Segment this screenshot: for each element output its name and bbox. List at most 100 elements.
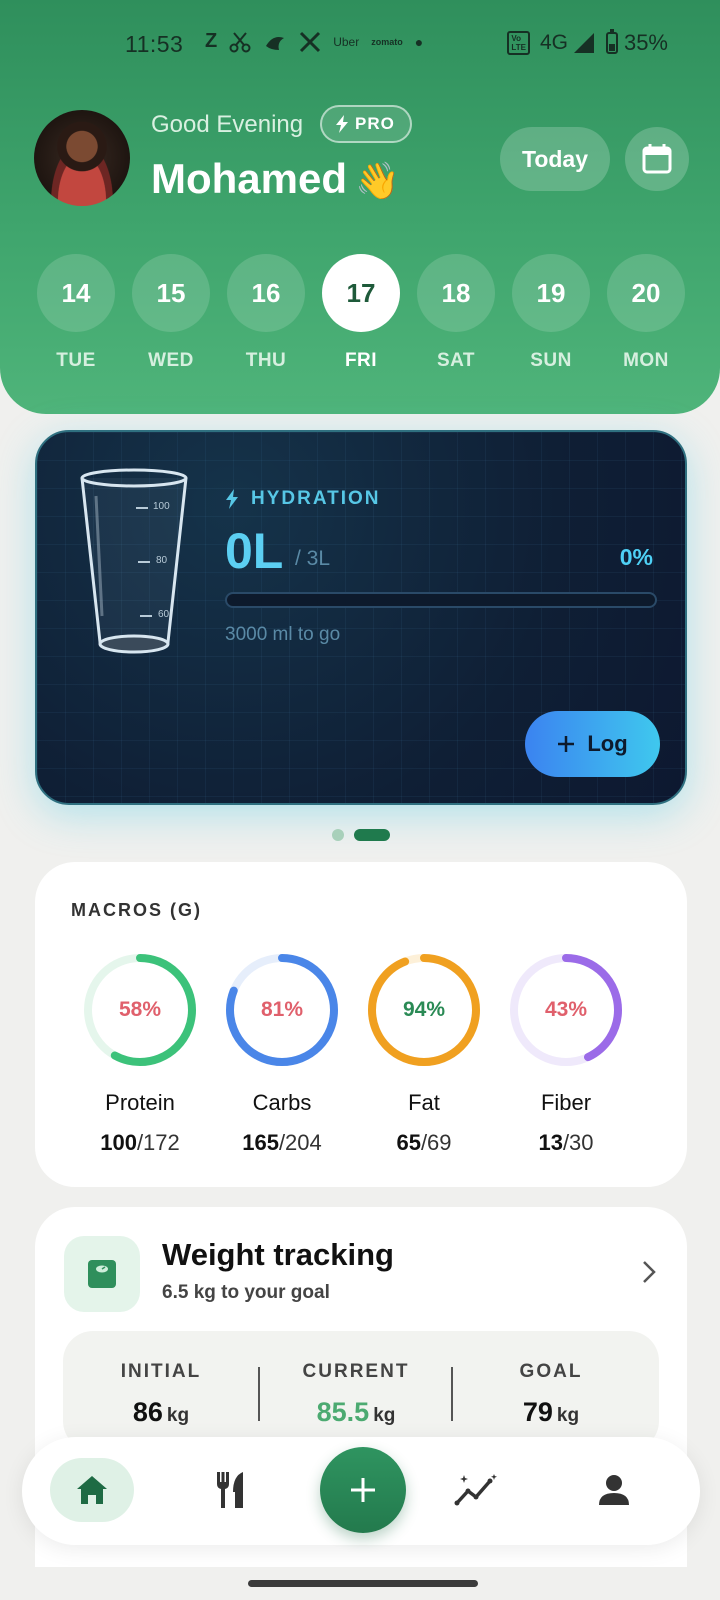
macro-value: 100/172	[70, 1130, 210, 1156]
network-label: 4G	[539, 31, 568, 54]
add-icon	[351, 1478, 375, 1502]
day-name: SAT	[436, 350, 476, 371]
day-tue[interactable]: 14 TUE	[37, 254, 115, 372]
macro-protein[interactable]: 58% Protein 100/172	[70, 952, 210, 1156]
nav-meals[interactable]	[188, 1458, 272, 1522]
macro-name: Carbs	[252, 1090, 312, 1115]
macro-current: 165	[242, 1130, 279, 1155]
log-water-button[interactable]: Log	[525, 711, 660, 777]
macro-percent: 43%	[544, 998, 588, 1021]
day-thu[interactable]: 16 THU	[227, 254, 305, 372]
weight-goal-label: GOAL	[519, 1361, 583, 1382]
macro-ring: 94%	[366, 952, 482, 1068]
macro-fat[interactable]: 94% Fat 65/69	[354, 952, 494, 1156]
macro-target: /30	[562, 1130, 594, 1155]
hydration-percent: 0%	[619, 544, 653, 570]
day-name: THU	[245, 350, 287, 371]
avatar[interactable]	[34, 110, 130, 206]
add-button[interactable]	[320, 1447, 406, 1533]
macro-current: 65	[396, 1130, 421, 1155]
pro-badge[interactable]: PRO	[320, 105, 412, 143]
day-fri[interactable]: 17 FRI	[322, 254, 400, 372]
day-wed[interactable]: 15 WED	[132, 254, 210, 372]
weight-stats: INITIAL 86 kg CURRENT 85.5 kg GOAL 79 kg	[63, 1331, 659, 1451]
day-name: TUE	[56, 350, 96, 371]
utensils-icon	[217, 1472, 243, 1508]
carousel-dot-active[interactable]	[354, 829, 390, 841]
bolt-icon	[336, 115, 348, 133]
day-sat[interactable]: 18 SAT	[417, 254, 495, 372]
weight-title: Weight tracking	[162, 1237, 394, 1272]
macro-carbs[interactable]: 81% Carbs 165/204	[212, 952, 352, 1156]
macro-name: Fat	[408, 1090, 440, 1115]
wave-emoji: 👋	[355, 160, 400, 201]
status-time: 11:53	[125, 31, 184, 57]
log-water-label: Log	[587, 731, 628, 756]
user-name-text: Mohamed	[151, 155, 348, 202]
glass-mark-100: 100	[153, 501, 170, 512]
home-indicator[interactable]	[248, 1580, 478, 1587]
macro-current: 13	[538, 1130, 563, 1155]
bottom-nav	[22, 1437, 700, 1545]
calendar-icon	[642, 144, 672, 174]
hydration-value: 0L	[225, 523, 284, 579]
day-name: FRI	[344, 350, 378, 371]
glass-icon	[80, 468, 188, 654]
macro-value: 65/69	[354, 1130, 494, 1156]
glass-mark-80: 80	[156, 555, 168, 566]
swiggy-icon	[266, 36, 285, 50]
system-icons: Vo LTE 4G 35%	[507, 29, 668, 56]
header: 11:53 Z Uber zomato ● Vo LTE 4G 35% Good …	[0, 0, 720, 414]
hydration-goal: / 3L	[295, 547, 331, 570]
weight-goal-unit: kg	[556, 1405, 580, 1426]
day-number: 20	[607, 254, 685, 332]
date-strip: 14 TUE 15 WED 16 THU 17 FRI 18 SAT 19 SUN 20 MO…	[37, 254, 689, 374]
plus-icon	[558, 736, 575, 752]
nav-home[interactable]	[50, 1458, 134, 1522]
zepto-icon: Z	[205, 30, 218, 52]
weight-initial: INITIAL 86 kg	[66, 1361, 256, 1428]
pro-badge-label: PRO	[355, 114, 395, 133]
macro-percent: 94%	[402, 998, 446, 1021]
hydration-progress-bar	[225, 592, 657, 608]
nav-insights[interactable]	[434, 1458, 518, 1522]
macro-percent: 58%	[118, 998, 162, 1021]
weight-goal: GOAL 79 kg	[456, 1361, 646, 1428]
bolt-icon	[226, 489, 238, 509]
weight-subtitle: 6.5 kg to your goal	[162, 1282, 330, 1303]
macro-ring: 43%	[508, 952, 624, 1068]
weight-current-unit: kg	[373, 1405, 396, 1426]
scale-icon	[64, 1236, 140, 1312]
user-name: Mohamed 👋	[151, 155, 400, 203]
macro-ring: 81%	[224, 952, 340, 1068]
divider	[451, 1367, 453, 1421]
macro-current: 100	[100, 1130, 137, 1155]
macro-value: 165/204	[212, 1130, 352, 1156]
weight-initial-unit: kg	[166, 1405, 190, 1426]
day-number: 18	[417, 254, 495, 332]
macro-fiber[interactable]: 43% Fiber 13/30	[496, 952, 636, 1156]
nav-profile[interactable]	[572, 1458, 656, 1522]
weight-goal-value: 79	[522, 1397, 553, 1427]
day-number: 19	[512, 254, 590, 332]
today-button[interactable]: Today	[500, 127, 610, 191]
hydration-remaining: 3000 ml to go	[225, 624, 341, 645]
calendar-button[interactable]	[625, 127, 689, 191]
day-sun[interactable]: 19 SUN	[512, 254, 590, 372]
macros-card: MACROS (G) 58% Protein 100/172 81% Carbs…	[35, 862, 687, 1187]
macro-value: 13/30	[496, 1130, 636, 1156]
volte-icon: Vo LTE	[507, 31, 530, 55]
day-mon[interactable]: 20 MON	[607, 254, 685, 372]
chevron-right-icon[interactable]	[641, 1259, 657, 1285]
carousel-indicator	[332, 829, 390, 841]
macros-title: MACROS (G)	[71, 900, 202, 920]
macro-target: /172	[136, 1130, 180, 1155]
hydration-card[interactable]: 100 80 60 HYDRATION 0L / 3L 0% 3000 ml t…	[35, 430, 687, 805]
weight-current-value: 85.5	[316, 1397, 370, 1427]
zomato-icon: zomato	[371, 36, 403, 47]
greeting: Good Evening	[151, 111, 304, 138]
day-number: 17	[322, 254, 400, 332]
carousel-dot[interactable]	[332, 829, 344, 841]
profile-icon	[599, 1475, 629, 1505]
battery-level: 35%	[623, 30, 668, 55]
